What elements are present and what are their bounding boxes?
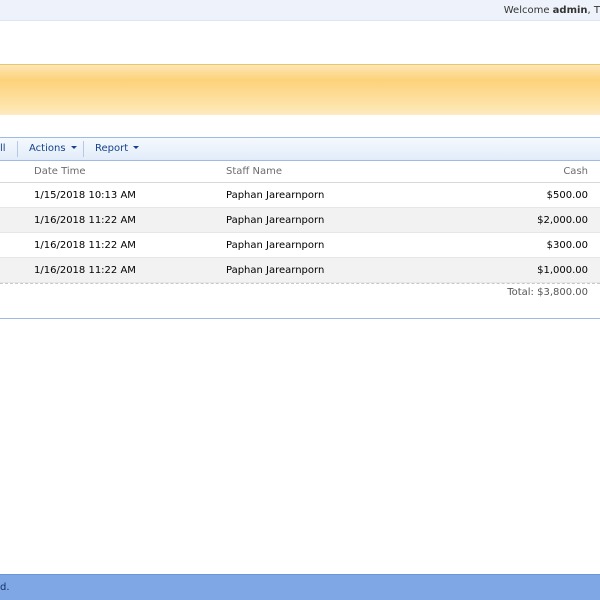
page: Welcome admin, T ll Actions Report Date … bbox=[0, 0, 600, 600]
grid-header: Date Time Staff Name Cash bbox=[0, 160, 600, 183]
cash-grid: Date Time Staff Name Cash 1/15/2018 10:1… bbox=[0, 160, 600, 301]
cell-date-time: 1/16/2018 11:22 AM bbox=[34, 215, 136, 226]
chevron-down-icon bbox=[133, 145, 140, 149]
total-cash: Total: $3,800.00 bbox=[507, 287, 588, 298]
column-header-staff-name[interactable]: Staff Name bbox=[226, 166, 282, 177]
cell-cash: $2,000.00 bbox=[537, 215, 588, 226]
report-menu-button[interactable]: Report bbox=[95, 143, 140, 157]
cell-staff-name: Paphan Jarearnporn bbox=[226, 215, 325, 226]
table-row[interactable]: 1/16/2018 11:22 AM Paphan Jarearnporn $3… bbox=[0, 233, 600, 258]
table-row[interactable]: 1/16/2018 11:22 AM Paphan Jarearnporn $1… bbox=[0, 258, 600, 283]
table-row[interactable]: 1/16/2018 11:22 AM Paphan Jarearnporn $2… bbox=[0, 208, 600, 233]
cell-cash: $300.00 bbox=[546, 240, 588, 251]
welcome-bar: Welcome admin, T bbox=[0, 0, 600, 21]
grid-bottom-border bbox=[0, 318, 600, 319]
cell-date-time: 1/16/2018 11:22 AM bbox=[34, 240, 136, 251]
cell-date-time: 1/15/2018 10:13 AM bbox=[34, 190, 136, 201]
column-header-cash[interactable]: Cash bbox=[563, 166, 588, 177]
welcome-username: admin bbox=[552, 5, 588, 16]
footer-bar: d. bbox=[0, 574, 600, 600]
table-row[interactable]: 1/15/2018 10:13 AM Paphan Jarearnporn $5… bbox=[0, 183, 600, 208]
grid-toolbar: ll Actions Report bbox=[0, 137, 600, 161]
toolbar-separator bbox=[17, 141, 18, 157]
actions-menu-button[interactable]: Actions bbox=[29, 143, 77, 157]
footer-text: d. bbox=[0, 582, 10, 593]
header-banner bbox=[0, 64, 600, 115]
grid-total-row: Total: $3,800.00 bbox=[0, 283, 600, 301]
cell-cash: $1,000.00 bbox=[537, 265, 588, 276]
column-header-date-time[interactable]: Date Time bbox=[34, 166, 86, 177]
report-label: Report bbox=[95, 143, 129, 154]
welcome-prefix: Welcome bbox=[503, 5, 553, 16]
cell-date-time: 1/16/2018 11:22 AM bbox=[34, 265, 136, 276]
toolbar-separator bbox=[83, 141, 84, 157]
welcome-text: Welcome admin, T bbox=[504, 5, 600, 16]
actions-label: Actions bbox=[29, 143, 66, 154]
toolbar-cut-item[interactable]: ll bbox=[0, 143, 6, 157]
chevron-down-icon bbox=[70, 145, 77, 149]
cell-cash: $500.00 bbox=[546, 190, 588, 201]
cell-staff-name: Paphan Jarearnporn bbox=[226, 240, 325, 251]
cell-staff-name: Paphan Jarearnporn bbox=[226, 190, 325, 201]
welcome-suffix: , T bbox=[587, 5, 600, 16]
cell-staff-name: Paphan Jarearnporn bbox=[226, 265, 325, 276]
